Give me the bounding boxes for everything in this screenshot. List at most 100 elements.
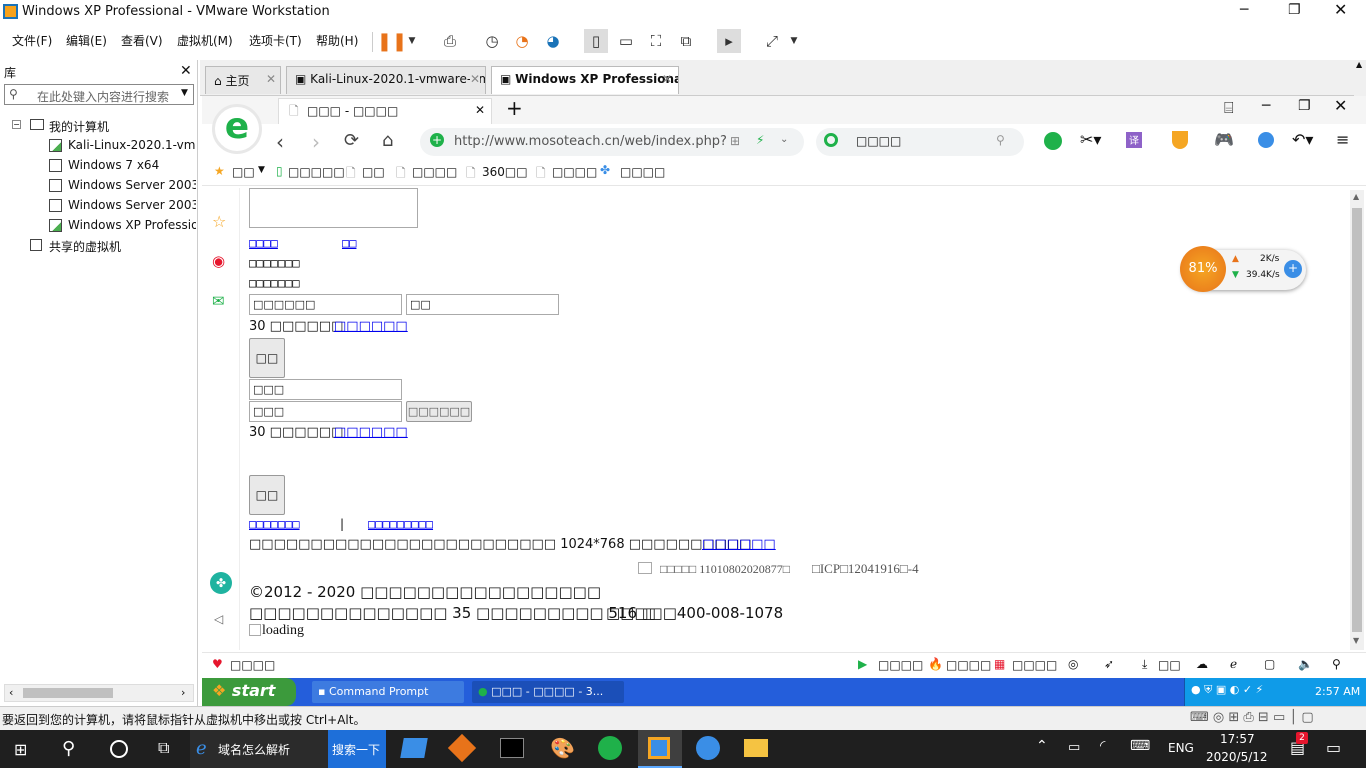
- tree-item-kali[interactable]: Kali-Linux-2020.1-vmw: [68, 138, 196, 152]
- zoom-icon[interactable]: ⚲: [1332, 657, 1341, 671]
- tree-item-win7[interactable]: Windows 7 x64: [68, 158, 196, 172]
- weibo-icon[interactable]: ◉: [212, 252, 225, 270]
- page-scrollbar[interactable]: ▲ ▼: [1350, 190, 1364, 650]
- battery-icon[interactable]: ▭: [1068, 740, 1080, 755]
- skin-icon[interactable]: ⌸: [1224, 98, 1234, 118]
- status-item-1[interactable]: □□□□: [946, 658, 991, 672]
- revert-snapshot-icon[interactable]: ◔: [510, 29, 534, 53]
- mail-icon[interactable]: ✉: [212, 292, 225, 310]
- clock-date[interactable]: 2020/5/12: [1206, 750, 1268, 764]
- tree-collapse-icon[interactable]: −: [12, 120, 21, 129]
- speedup-icon[interactable]: ◎: [1068, 657, 1078, 671]
- guest-screen[interactable]: 🗋 □□□ - □□□□ ✕ + ⌸ ─ ❐ ✕ e ‹ › ⟳ ⌂ + htt…: [202, 96, 1366, 706]
- tab-winxp[interactable]: ▣ Windows XP Professional ✕: [491, 66, 679, 94]
- tab-kali[interactable]: ▣ Kali-Linux-2020.1-vmware-am... ✕: [286, 66, 486, 94]
- chevron-down-icon[interactable]: ▼: [1353, 636, 1359, 645]
- phone-input[interactable]: □□□: [249, 379, 402, 400]
- device-icons[interactable]: ⌨ ◎ ⊞ ⎙ ⊟ ▭ │ ▢: [1190, 710, 1314, 725]
- collapse-sidebar-icon[interactable]: ◁: [214, 612, 223, 626]
- app-terminal-icon[interactable]: [500, 738, 524, 758]
- status-item-0[interactable]: □□□□: [878, 658, 923, 672]
- app-git-icon[interactable]: [447, 733, 477, 763]
- download-icon[interactable]: ⤓: [1142, 657, 1147, 672]
- new-tab-icon[interactable]: +: [506, 96, 523, 120]
- forward-icon[interactable]: ›: [312, 130, 320, 154]
- tree-item-winxp[interactable]: Windows XP Professio: [68, 218, 196, 232]
- tree-item-server2003-a[interactable]: Windows Server 2003: [68, 178, 196, 192]
- snapshot-icon[interactable]: ◷: [480, 29, 504, 53]
- app-feishu-icon[interactable]: [696, 736, 720, 760]
- search-text[interactable]: □□□□: [856, 134, 901, 148]
- menu-vm[interactable]: 虚拟机(M): [177, 32, 233, 49]
- apps-icon[interactable]: [1258, 132, 1274, 148]
- menu-view[interactable]: 查看(V): [121, 32, 163, 49]
- window-icon[interactable]: ▢: [1264, 657, 1275, 671]
- clock-time[interactable]: 17:57: [1220, 732, 1255, 746]
- address-bar[interactable]: + http://www.mosoteach.cn/web/index.php?…: [420, 128, 804, 156]
- chevron-down-icon[interactable]: ▼: [258, 165, 265, 175]
- search-engine-icon[interactable]: [824, 133, 838, 147]
- translate-icon[interactable]: 译: [1126, 132, 1142, 148]
- close-icon[interactable]: ✕: [1334, 96, 1347, 115]
- close-icon[interactable]: ✕: [1334, 0, 1347, 19]
- close-icon[interactable]: ✕: [266, 72, 276, 86]
- menu-icon[interactable]: ≡: [1336, 130, 1349, 149]
- menu-edit[interactable]: 编辑(E): [66, 32, 107, 49]
- console-icon[interactable]: ▸: [717, 29, 741, 53]
- app-explorer-icon[interactable]: [744, 739, 768, 757]
- forgot-link-2[interactable]: □□□□□□: [334, 425, 408, 440]
- restore-icon[interactable]: ❐: [1288, 2, 1301, 18]
- nav-link-2[interactable]: □□: [342, 236, 356, 250]
- scissors-icon[interactable]: ✂▾: [1080, 130, 1101, 149]
- chevron-up-icon[interactable]: ▲: [1356, 60, 1362, 69]
- status-item-2[interactable]: □□□□: [1012, 658, 1057, 672]
- menu-file[interactable]: 文件(F): [12, 32, 52, 49]
- unity-icon[interactable]: ⧉: [674, 29, 698, 53]
- tray-chevron-icon[interactable]: ⌃: [1036, 738, 1048, 754]
- menu-tabs[interactable]: 选项卡(T): [249, 32, 302, 49]
- search-app[interactable]: ℯ 域名怎么解析: [190, 730, 328, 768]
- scrollbar-thumb[interactable]: [1352, 208, 1362, 632]
- tray-icons[interactable]: ● ⛨ ▣ ◐ ✓ ⚡: [1191, 683, 1263, 697]
- footer-link-a[interactable]: □□□□□□□: [249, 517, 300, 531]
- tab-home[interactable]: ⌂ 主页 ✕: [205, 66, 281, 94]
- xp-task-cmd[interactable]: ▪ Command Prompt: [312, 681, 464, 703]
- close-icon[interactable]: ✕: [470, 72, 481, 86]
- library-toggle-icon[interactable]: ▯: [584, 29, 608, 53]
- bookmark-3[interactable]: □□□□: [412, 165, 457, 179]
- ie-icon[interactable]: ℯ: [1230, 657, 1237, 671]
- close-icon[interactable]: ✕: [475, 103, 485, 117]
- search-box[interactable]: □□□□ ⚲: [816, 128, 1024, 156]
- shield-icon[interactable]: [1172, 131, 1188, 149]
- favorites-icon[interactable]: ☆: [212, 212, 226, 231]
- code-input[interactable]: □□□: [249, 401, 402, 422]
- nav-link-1[interactable]: □□□□: [249, 236, 278, 250]
- clover-icon[interactable]: ✤: [210, 572, 232, 594]
- browser-logo-icon[interactable]: e: [212, 104, 262, 154]
- scrollbar-thumb[interactable]: [23, 688, 113, 698]
- resolution-link[interactable]: □□□□□□: [702, 537, 776, 552]
- gamepad-icon[interactable]: 🎮: [1214, 130, 1234, 149]
- wifi-icon[interactable]: ◜: [1100, 738, 1105, 754]
- bookmark-1[interactable]: □□□□□: [288, 165, 345, 179]
- login-button-1[interactable]: □□: [249, 338, 285, 378]
- xp-task-browser[interactable]: ● □□□ - □□□□ - 3...: [472, 681, 624, 703]
- chevron-up-icon[interactable]: ▲: [1353, 192, 1359, 201]
- bookmark-4[interactable]: 360□□: [482, 165, 528, 179]
- app-paint-icon[interactable]: 🎨: [550, 736, 575, 760]
- app-vmware-icon[interactable]: [400, 738, 428, 758]
- restore-icon[interactable]: ❐: [1298, 98, 1311, 114]
- task-view-icon[interactable]: ⧉: [158, 738, 169, 758]
- snapshot-manager-icon[interactable]: ◕: [541, 29, 565, 53]
- browser-tab[interactable]: 🗋 □□□ - □□□□ ✕: [278, 98, 492, 124]
- back-icon[interactable]: ‹: [276, 130, 284, 154]
- status-left[interactable]: □□□□: [230, 658, 275, 672]
- add-icon[interactable]: +: [1284, 260, 1302, 278]
- menu-help[interactable]: 帮助(H): [316, 32, 358, 49]
- send-code-button[interactable]: □□□□□□: [406, 401, 472, 422]
- cloud-icon[interactable]: ☁: [1196, 657, 1208, 671]
- minimize-icon[interactable]: ─: [1262, 98, 1270, 114]
- horizontal-scrollbar[interactable]: ‹ ›: [4, 684, 194, 702]
- chevron-right-icon[interactable]: ›: [181, 686, 185, 699]
- xp-start-button[interactable]: ❖ start: [202, 678, 296, 706]
